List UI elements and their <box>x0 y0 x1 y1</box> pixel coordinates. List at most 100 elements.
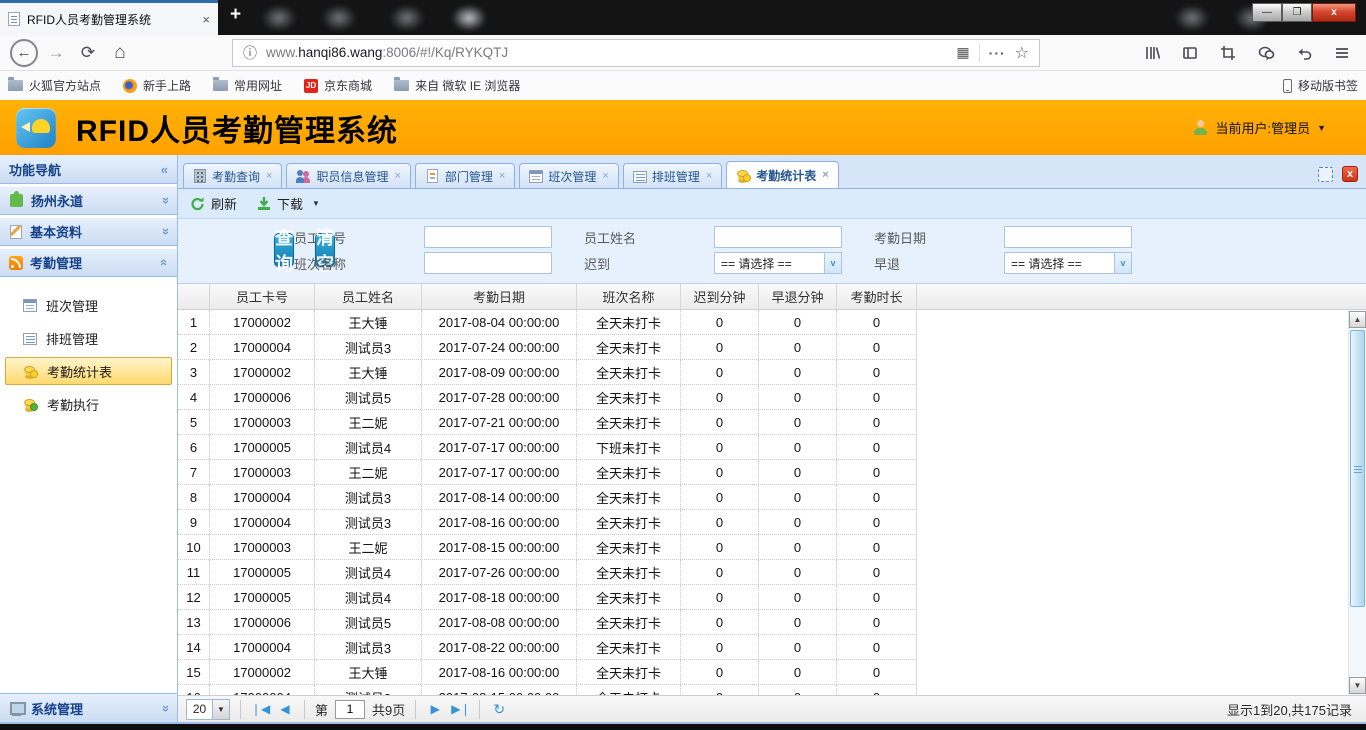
download-button[interactable]: 下载 ▼ <box>257 194 320 213</box>
library-icon[interactable] <box>1136 38 1168 68</box>
reload-grid-icon[interactable]: ↻ <box>490 701 508 718</box>
table-row[interactable]: 217000004测试员32017-07-24 00:00:00全天未打卡000 <box>178 335 917 360</box>
bookmark-item[interactable]: JD京东商城 <box>304 77 372 94</box>
table-row[interactable]: 1217000005测试员42017-08-18 00:00:00全天未打卡00… <box>178 585 917 610</box>
table-row[interactable]: 1517000002王大锤2017-08-16 00:00:00全天未打卡000 <box>178 660 917 685</box>
tab-schedule[interactable]: 排班管理× <box>623 163 722 188</box>
column-header[interactable]: 班次名称 <box>577 284 681 309</box>
shift-input[interactable] <box>424 252 552 274</box>
column-header[interactable]: 考勤时长 <box>837 284 917 309</box>
url-text[interactable]: www.hanqi86.wang:8006/#!/Kq/RYKQTJ <box>266 45 947 60</box>
sidebar-group-yangzhou[interactable]: 扬州永道 « <box>0 186 177 215</box>
sidebar-group-attendance[interactable]: 考勤管理 « <box>0 248 177 277</box>
home-button[interactable]: ⌂ <box>104 38 136 68</box>
chevron-up-icon[interactable]: « <box>161 255 168 270</box>
bookmark-star-icon[interactable]: ☆ <box>1015 43 1029 63</box>
browser-tab[interactable]: RFID人员考勤管理系统 × <box>0 0 218 35</box>
column-header[interactable]: 员工姓名 <box>315 284 422 309</box>
qr-code-icon[interactable]: ▦ <box>956 44 969 61</box>
chevron-down-icon[interactable]: « <box>161 701 168 716</box>
current-user-menu[interactable]: 当前用户:管理员 ▼ <box>1193 118 1326 137</box>
tab-close-icon[interactable]: × <box>499 170 505 182</box>
table-row[interactable]: 1017000003王二妮2017-08-15 00:00:00全天未打卡000 <box>178 535 917 560</box>
name-input[interactable] <box>714 226 842 248</box>
screenshot-icon[interactable] <box>1212 38 1244 68</box>
new-tab-button[interactable]: + <box>230 4 241 26</box>
bookmark-item[interactable]: 火狐官方站点 <box>8 77 101 94</box>
forward-button[interactable]: → <box>40 38 72 68</box>
first-page-button[interactable]: ❘◀ <box>251 702 269 716</box>
tab-close-icon[interactable]: × <box>202 12 210 27</box>
table-row[interactable]: 417000006测试员52017-07-28 00:00:00全天未打卡000 <box>178 385 917 410</box>
site-info-icon[interactable]: ⓘ <box>243 43 257 63</box>
minimize-button[interactable]: — <box>1252 3 1282 22</box>
table-row[interactable]: 917000004测试员32017-08-16 00:00:00全天未打卡000 <box>178 510 917 535</box>
tab-close-icon[interactable]: × <box>602 170 608 182</box>
table-row[interactable]: 617000005测试员42017-07-17 00:00:00下班未打卡000 <box>178 435 917 460</box>
column-header[interactable]: 员工卡号 <box>210 284 315 309</box>
scrollbar-thumb[interactable] <box>1350 330 1365 607</box>
table-row[interactable]: 517000003王二妮2017-07-21 00:00:00全天未打卡000 <box>178 410 917 435</box>
sidebar-toggle-icon[interactable] <box>1174 38 1206 68</box>
table-row[interactable]: 117000002王大锤2017-08-04 00:00:00全天未打卡000 <box>178 310 917 335</box>
maximize-panel-icon[interactable] <box>1318 167 1333 182</box>
last-page-button[interactable]: ▶❘ <box>451 702 469 716</box>
table-cell: 17000004 <box>210 635 315 659</box>
scroll-down-icon[interactable]: ▼ <box>1349 677 1366 694</box>
back-button[interactable]: ← <box>8 38 40 68</box>
chevron-down-icon[interactable]: « <box>161 224 168 239</box>
refresh-button[interactable]: 刷新 <box>190 194 237 213</box>
next-page-button[interactable]: ▶ <box>426 702 444 716</box>
column-header[interactable]: 早退分钟 <box>759 284 837 309</box>
menu-icon[interactable] <box>1326 38 1358 68</box>
tab-close-icon[interactable]: × <box>706 170 712 182</box>
url-bar[interactable]: ⓘ www.hanqi86.wang:8006/#!/Kq/RYKQTJ ▦ ·… <box>232 39 1040 67</box>
bookmark-item[interactable]: 常用网址 <box>213 77 282 94</box>
chevron-down-icon[interactable]: « <box>161 193 168 208</box>
tab-statistics[interactable]: 考勤统计表× <box>726 161 838 188</box>
sidebar-item-shift[interactable]: 班次管理 <box>5 291 172 319</box>
close-button[interactable]: x <box>1312 3 1356 22</box>
sidebar-group-system[interactable]: 系统管理 « <box>0 693 177 722</box>
early-select[interactable]: == 请选择 ==v <box>1004 252 1132 274</box>
tab-department[interactable]: 部门管理× <box>415 163 515 188</box>
card-input[interactable] <box>424 226 552 248</box>
date-input[interactable] <box>1004 226 1132 248</box>
bookmark-item-mobile[interactable]: 移动版书签 <box>1283 77 1358 94</box>
tab-shift[interactable]: 班次管理× <box>519 163 618 188</box>
vertical-scrollbar[interactable]: ▲ ▼ <box>1348 310 1366 695</box>
tab-staff-info[interactable]: 职员信息管理× <box>286 163 410 188</box>
sidebar-item-statistics[interactable]: 考勤统计表 <box>5 357 172 385</box>
table-row[interactable]: 1317000006测试员52017-08-08 00:00:00全天未打卡00… <box>178 610 917 635</box>
table-row[interactable]: 1617000004测试员32017-08-15 00:00:00全天未打卡00… <box>178 685 917 695</box>
tab-attendance-query[interactable]: 考勤查询× <box>183 163 282 188</box>
query-button[interactable]: 查询 <box>274 233 294 267</box>
column-header[interactable]: 迟到分钟 <box>681 284 759 309</box>
bookmark-item[interactable]: 来自 微软 IE 浏览器 <box>394 77 520 94</box>
scroll-up-icon[interactable]: ▲ <box>1349 311 1366 328</box>
prev-page-button[interactable]: ◀ <box>276 702 294 716</box>
table-row[interactable]: 317000002王大锤2017-08-09 00:00:00全天未打卡000 <box>178 360 917 385</box>
page-size-combo[interactable]: 20 ▼ <box>186 699 230 720</box>
table-row[interactable]: 817000004测试员32017-08-14 00:00:00全天未打卡000 <box>178 485 917 510</box>
table-row[interactable]: 717000003王二妮2017-07-17 00:00:00全天未打卡000 <box>178 460 917 485</box>
chat-icon[interactable] <box>1250 38 1282 68</box>
collapse-panel-icon[interactable]: « <box>161 162 168 177</box>
sidebar-group-basic[interactable]: 基本资料 « <box>0 217 177 246</box>
tab-close-icon[interactable]: × <box>822 169 828 181</box>
tab-close-icon[interactable]: × <box>266 170 272 182</box>
sidebar-item-schedule[interactable]: 排班管理 <box>5 324 172 352</box>
column-header[interactable]: 考勤日期 <box>422 284 577 309</box>
restore-button[interactable]: ❐ <box>1282 3 1312 22</box>
page-actions-icon[interactable]: ··· <box>989 45 1006 61</box>
table-row[interactable]: 1417000004测试员32017-08-22 00:00:00全天未打卡00… <box>178 635 917 660</box>
close-panel-icon[interactable]: x <box>1342 166 1358 182</box>
late-select[interactable]: == 请选择 ==v <box>714 252 842 274</box>
tab-close-icon[interactable]: × <box>394 170 400 182</box>
page-number-input[interactable] <box>335 700 365 719</box>
sidebar-item-execute[interactable]: 考勤执行 <box>5 390 172 418</box>
table-row[interactable]: 1117000005测试员42017-07-26 00:00:00全天未打卡00… <box>178 560 917 585</box>
undo-icon[interactable] <box>1288 38 1320 68</box>
reload-button[interactable]: ⟳ <box>72 38 104 68</box>
bookmark-item[interactable]: 新手上路 <box>123 77 191 94</box>
